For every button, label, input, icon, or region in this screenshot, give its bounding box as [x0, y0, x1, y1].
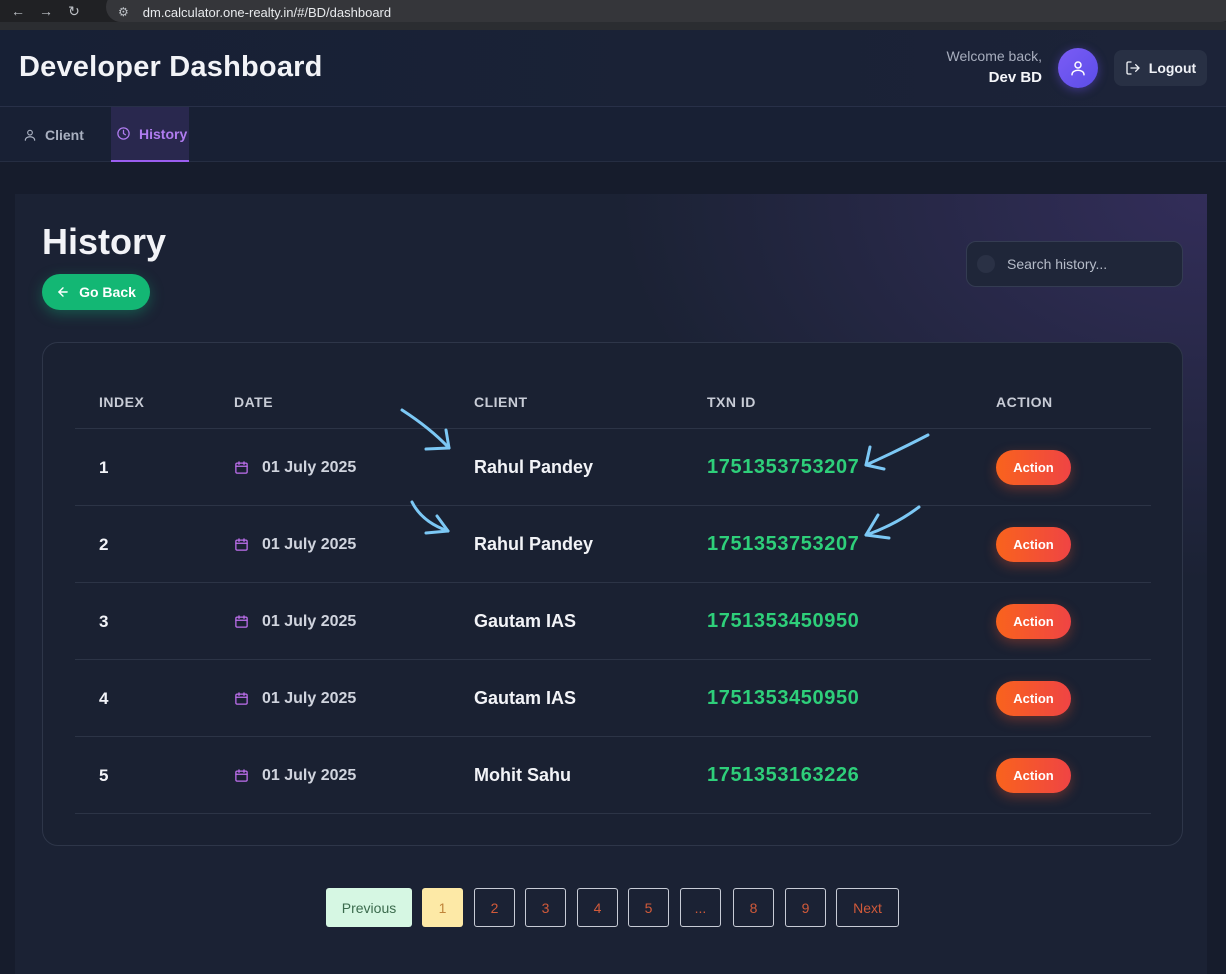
row-date-text: 01 July 2025: [262, 612, 357, 630]
action-button[interactable]: Action: [996, 450, 1071, 485]
action-button[interactable]: Action: [996, 681, 1071, 716]
welcome-text: Welcome back,: [946, 48, 1042, 64]
row-txn-id: 1751353163226: [707, 764, 860, 786]
history-table: INDEX DATE CLIENT TXN ID ACTION 1 01 Jul…: [42, 342, 1183, 846]
page-title: History: [42, 221, 167, 262]
calendar-icon: [235, 538, 248, 551]
pagination-ellipsis: ...: [680, 888, 721, 927]
row-client: Gautam IAS: [474, 611, 577, 631]
site-settings-icon[interactable]: ⚙: [118, 5, 129, 19]
column-header-date: DATE: [234, 394, 274, 410]
logout-button[interactable]: Logout: [1114, 50, 1207, 86]
table-row: 1 01 July 2025 Rahul Pandey 175135375320…: [43, 429, 1184, 506]
row-txn-id: 1751353450950: [707, 687, 860, 709]
column-header-txn-id: TXN ID: [707, 394, 756, 410]
row-index: 3: [99, 611, 109, 631]
row-client: Mohit Sahu: [474, 765, 571, 785]
clock-icon: [117, 127, 130, 140]
tab-history-label: History: [139, 125, 188, 142]
url-text: dm.calculator.one-realty.in/#/BD/dashboa…: [142, 4, 392, 20]
search-icon: [977, 255, 995, 273]
user-icon: [24, 129, 36, 141]
table-row: 2 01 July 2025 Rahul Pandey 175135375320…: [43, 506, 1184, 583]
browser-toolbar: ← → ↻ ⚙ dm.calculator.one-realty.in/#/BD…: [0, 0, 1226, 22]
table-row: 3 01 July 2025 Gautam IAS 1751353450950 …: [43, 583, 1184, 660]
pagination-page-5[interactable]: 5: [628, 888, 669, 927]
arrow-left-icon: [58, 287, 68, 297]
calendar-icon: [235, 769, 248, 782]
forward-arrow-icon[interactable]: →: [32, 0, 60, 22]
row-date-text: 01 July 2025: [262, 689, 357, 707]
pagination-previous[interactable]: Previous: [326, 888, 412, 927]
search-placeholder: Search history...: [1007, 256, 1108, 272]
row-client: Rahul Pandey: [474, 457, 594, 477]
back-arrow-icon[interactable]: ←: [4, 0, 32, 22]
pagination-page-8[interactable]: 8: [733, 888, 774, 927]
action-button[interactable]: Action: [996, 758, 1071, 793]
search-input[interactable]: Search history...: [966, 241, 1183, 287]
logout-icon: [1126, 61, 1140, 75]
avatar[interactable]: [1058, 48, 1098, 88]
tab-history[interactable]: History: [111, 107, 189, 162]
row-date: 01 July 2025: [234, 429, 356, 506]
row-index: 1: [99, 457, 109, 477]
table-row: 5 01 July 2025 Mohit Sahu 1751353163226 …: [43, 737, 1184, 814]
calendar-icon: [235, 615, 248, 628]
app-header: Developer Dashboard Welcome back, Dev BD…: [0, 30, 1226, 107]
row-date: 01 July 2025: [234, 737, 356, 814]
calendar-icon: [235, 692, 248, 705]
row-txn-id: 1751353753207: [707, 533, 860, 555]
pagination-page-1[interactable]: 1: [422, 888, 463, 927]
action-button[interactable]: Action: [996, 604, 1071, 639]
row-client: Rahul Pandey: [474, 534, 594, 554]
pagination-page-9[interactable]: 9: [785, 888, 826, 927]
row-date-text: 01 July 2025: [262, 535, 357, 553]
tab-bar: Client History: [0, 107, 1226, 162]
column-header-action: ACTION: [996, 394, 1053, 410]
row-index: 5: [99, 765, 109, 785]
row-date-text: 01 July 2025: [262, 458, 357, 476]
tab-client[interactable]: Client: [23, 107, 84, 162]
go-back-label: Go Back: [79, 284, 136, 300]
row-txn-id: 1751353450950: [707, 610, 860, 632]
row-divider: [75, 813, 1151, 814]
address-bar[interactable]: ⚙ dm.calculator.one-realty.in/#/BD/dashb…: [106, 0, 1226, 22]
row-date: 01 July 2025: [234, 583, 356, 660]
row-date: 01 July 2025: [234, 506, 356, 583]
tab-client-label: Client: [45, 126, 84, 143]
action-button[interactable]: Action: [996, 527, 1071, 562]
user-name: Dev BD: [988, 69, 1042, 86]
pagination-page-3[interactable]: 3: [525, 888, 566, 927]
browser-divider: [0, 22, 1226, 30]
calendar-icon: [235, 461, 248, 474]
row-client: Gautam IAS: [474, 688, 577, 708]
column-header-client: CLIENT: [474, 394, 528, 410]
row-index: 2: [99, 534, 109, 554]
user-icon: [1071, 61, 1085, 76]
column-header-index: INDEX: [99, 394, 145, 410]
welcome-block: Welcome back, Dev BD: [947, 48, 1042, 86]
pagination-page-4[interactable]: 4: [577, 888, 618, 927]
row-txn-id: 1751353753207: [707, 456, 860, 478]
row-date-text: 01 July 2025: [262, 766, 357, 784]
reload-icon[interactable]: ↻: [60, 0, 88, 22]
app-title: Developer Dashboard: [19, 51, 323, 83]
row-date: 01 July 2025: [234, 660, 356, 737]
table-row: 4 01 July 2025 Gautam IAS 1751353450950 …: [43, 660, 1184, 737]
row-index: 4: [99, 688, 109, 708]
go-back-button[interactable]: Go Back: [42, 274, 150, 310]
pagination-page-2[interactable]: 2: [474, 888, 515, 927]
logout-label: Logout: [1148, 60, 1197, 76]
pagination-next[interactable]: Next: [836, 888, 899, 927]
